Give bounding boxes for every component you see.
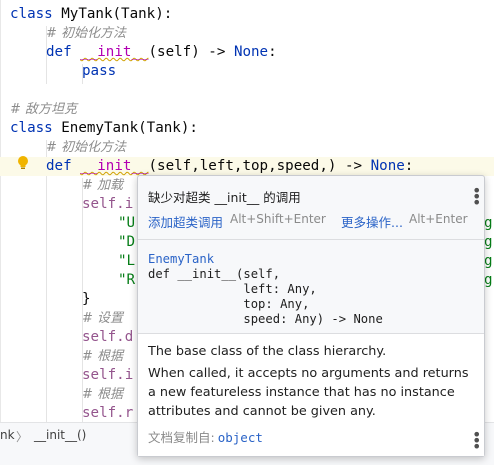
code-line: self.i (82, 366, 133, 385)
code-line: # 加载 (82, 176, 123, 195)
code-colon: : (404, 158, 414, 174)
code-line: self.d (82, 328, 133, 347)
code-line: pass (82, 62, 116, 81)
code-line-tail: g (484, 214, 493, 233)
string-tail: g (484, 272, 493, 288)
code-line: # 设置 (82, 309, 123, 328)
string-literal: "L (118, 253, 136, 269)
dunder-init: __init__ (80, 44, 149, 60)
code-line-tail: g (484, 271, 493, 290)
keyword-none: None (370, 158, 405, 174)
doc-source: 文档复制自: object (148, 427, 263, 446)
code-line: # 敌方坦克 (10, 100, 77, 119)
code-line: self.i (82, 195, 133, 214)
indent-guide (46, 140, 47, 422)
doc-more-options-icon[interactable]: • • • (472, 427, 481, 455)
self-ref: self.i (82, 196, 134, 212)
code-line: "R (118, 271, 135, 290)
signature-class-link[interactable]: EnemyTank (148, 252, 214, 266)
code-line-tail: g (484, 233, 493, 252)
code-line: # 根据 (82, 347, 123, 366)
breadcrumb-separator: 〉 (16, 430, 29, 444)
shortcut-hint: Alt+Enter (409, 212, 468, 226)
doc-paragraph: The base class of the class hierarchy. (148, 344, 387, 359)
keyword-pass: pass (82, 63, 117, 79)
code-line: def __init__(self) -> None: (46, 43, 277, 62)
code-line: # 根据 (82, 385, 123, 404)
class-name: EnemyTank(Tank): (52, 120, 198, 136)
more-actions-link[interactable]: 更多操作... (341, 212, 403, 231)
gutter-border (0, 0, 1, 422)
signature-block: EnemyTank def __init__(self, left: Any, … (148, 252, 383, 327)
code-line: class EnemyTank(Tank): (10, 119, 198, 138)
code-line: class MyTank(Tank): (10, 5, 172, 24)
keyword-class: class (10, 6, 53, 22)
closing-brace: } (82, 291, 91, 307)
keyword-none: None (233, 44, 269, 60)
code-colon: : (268, 44, 277, 60)
code-params: (self) -> (148, 44, 234, 60)
code-line: } (82, 290, 91, 309)
signature-line: top: Any, (148, 297, 310, 311)
string-tail: g (484, 215, 493, 231)
code-line: "U (118, 214, 135, 233)
dunder-init: __init__ (80, 158, 149, 174)
lightbulb-icon[interactable] (17, 155, 29, 171)
keyword-def: def (46, 158, 72, 174)
signature-line: left: Any, (148, 282, 317, 296)
code-comment: # 设置 (82, 311, 124, 326)
code-comment: # 敌方坦克 (10, 102, 78, 117)
code-comment: # 加载 (82, 178, 124, 193)
string-literal: "D (118, 234, 136, 250)
self-ref: self.r (82, 405, 134, 421)
code-line-tail: g (484, 252, 493, 271)
code-line: self.r (82, 404, 133, 422)
signature-line: def __init__(self, (148, 267, 281, 281)
documentation-panel: The base class of the class hierarchy. W… (138, 333, 484, 456)
string-tail: g (484, 253, 493, 269)
string-tail: g (484, 234, 493, 250)
breadcrumb-item-method[interactable]: __init__() (34, 428, 86, 442)
code-comment: # 初始化方法 (46, 140, 127, 155)
code-comment: # 根据 (82, 387, 124, 402)
divider (138, 239, 484, 240)
code-line: # 初始化方法 (46, 138, 126, 157)
inspection-popup: 缺少对超类 __init__ 的调用 • • • 添加超类调用 Alt+Shift+… (137, 175, 485, 457)
doc-source-link[interactable]: object (218, 430, 263, 445)
more-options-icon[interactable]: • • • (472, 183, 481, 211)
code-params: (self,left,top,speed,) -> (148, 158, 371, 174)
code-line-current: def __init__(self,left,top,speed,) -> No… (0, 157, 494, 176)
code-line: "D (118, 233, 135, 252)
signature-line: speed: Any) -> None (148, 312, 383, 326)
string-literal: "R (118, 272, 136, 288)
keyword-def: def (46, 44, 72, 60)
breadcrumb-item-class[interactable]: nk (0, 428, 15, 442)
string-literal: "U (118, 215, 136, 231)
class-name: MyTank(Tank): (52, 6, 173, 22)
code-line: # 初始化方法 (46, 24, 126, 43)
doc-paragraph: When called, it accepts no arguments and… (148, 366, 469, 419)
code-comment: # 初始化方法 (46, 26, 127, 41)
keyword-class: class (10, 120, 53, 136)
add-super-call-link[interactable]: 添加超类调用 (148, 212, 223, 231)
code-line: "L (118, 252, 135, 271)
code-comment: # 根据 (82, 349, 124, 364)
self-ref: self.d (82, 329, 134, 345)
popup-title: 缺少对超类 __init__ 的调用 (148, 190, 301, 205)
self-ref: self.i (82, 367, 134, 383)
shortcut-hint: Alt+Shift+Enter (230, 212, 326, 226)
doc-source-label: 文档复制自: (148, 430, 215, 445)
